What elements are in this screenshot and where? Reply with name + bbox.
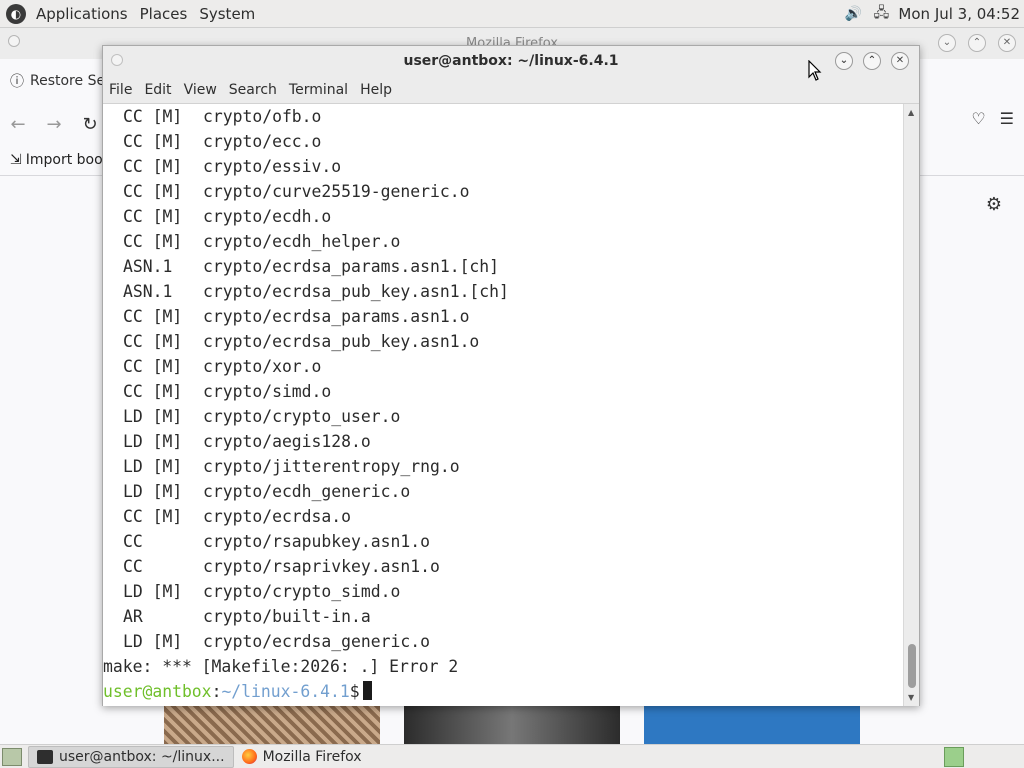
forward-icon[interactable]: →: [36, 109, 72, 139]
gear-icon[interactable]: ⚙: [986, 194, 1002, 215]
workspace-switcher[interactable]: [944, 746, 964, 767]
prompt-separator: :: [211, 682, 222, 701]
menu-places[interactable]: Places: [134, 5, 194, 23]
terminal-title: user@antbox: ~/linux-6.4.1: [403, 53, 619, 69]
menu-system[interactable]: System: [193, 5, 261, 23]
output-line: CC [M] crypto/essiv.o: [123, 157, 342, 176]
output-line: LD [M] crypto/ecrdsa_generic.o: [123, 632, 430, 651]
output-line: CC crypto/rsapubkey.asn1.o: [123, 532, 430, 551]
terminal-icon: [37, 749, 53, 764]
minimize-icon[interactable]: ⌄: [835, 52, 853, 70]
error-line: make: *** [Makefile:2026: .] Error 2: [103, 657, 459, 676]
menu-file[interactable]: File: [103, 82, 138, 98]
output-line: ASN.1 crypto/ecrdsa_pub_key.asn1.[ch]: [123, 282, 509, 301]
firefox-close-icon[interactable]: ✕: [998, 34, 1016, 52]
terminal-menubar: File Edit View Search Terminal Help: [103, 76, 919, 104]
output-line: CC [M] crypto/curve25519-generic.o: [123, 182, 470, 201]
text-cursor: [362, 681, 372, 700]
hamburger-menu-icon[interactable]: ☰: [1000, 109, 1014, 128]
output-line: LD [M] crypto/crypto_simd.o: [123, 582, 401, 601]
firefox-maximize-icon[interactable]: ⌃: [968, 34, 986, 52]
pocket-icon[interactable]: ♡: [971, 109, 985, 128]
menu-view[interactable]: View: [178, 82, 223, 98]
volume-icon[interactable]: 🔊: [842, 5, 864, 23]
mouse-pointer-icon: [808, 60, 822, 81]
restore-session-label: Restore Se: [30, 73, 106, 89]
prompt-path: ~/linux-6.4.1: [221, 682, 350, 701]
menu-terminal[interactable]: Terminal: [283, 82, 354, 98]
output-line: LD [M] crypto/crypto_user.o: [123, 407, 401, 426]
terminal-scrollbar[interactable]: ▲ ▼: [903, 104, 919, 706]
output-line: LD [M] crypto/aegis128.o: [123, 432, 371, 451]
import-icon: ⇲: [10, 152, 22, 168]
output-line: CC [M] crypto/simd.o: [123, 382, 332, 401]
output-line: CC [M] crypto/ecrdsa.o: [123, 507, 352, 526]
output-line: LD [M] crypto/ecdh_generic.o: [123, 482, 411, 501]
output-line: AR crypto/built-in.a: [123, 607, 371, 626]
taskbar-item-label: user@antbox: ~/linux...: [59, 748, 225, 765]
output-line: ASN.1 crypto/ecrdsa_params.asn1.[ch]: [123, 257, 500, 276]
show-desktop-icon[interactable]: [2, 747, 22, 766]
menu-help[interactable]: Help: [354, 82, 398, 98]
output-line: CC [M] crypto/ecdh_helper.o: [123, 232, 401, 251]
menu-search[interactable]: Search: [223, 82, 283, 98]
output-line: CC [M] crypto/ecrdsa_pub_key.asn1.o: [123, 332, 480, 351]
output-line: CC [M] crypto/ecrdsa_params.asn1.o: [123, 307, 470, 326]
output-line: CC [M] crypto/ecdh.o: [123, 207, 332, 226]
terminal-window: user@antbox: ~/linux-6.4.1 ⌄ ⌃ ✕ File Ed…: [102, 45, 920, 706]
thumbnail-image[interactable]: [404, 705, 620, 745]
distro-logo-icon[interactable]: ◐: [6, 3, 26, 24]
menu-edit[interactable]: Edit: [138, 82, 177, 98]
import-bookmarks-button[interactable]: ⇲ Import boo: [10, 149, 103, 171]
prompt-user: user@antbox: [103, 682, 212, 701]
thumbnail-image[interactable]: [164, 705, 380, 745]
taskbar-item-terminal[interactable]: user@antbox: ~/linux...: [28, 745, 234, 768]
taskbar-item-firefox[interactable]: Mozilla Firefox: [234, 746, 370, 768]
output-line: LD [M] crypto/jitterentropy_rng.o: [123, 457, 460, 476]
restore-icon: ⓘ: [10, 74, 24, 90]
terminal-titlebar[interactable]: user@antbox: ~/linux-6.4.1 ⌄ ⌃ ✕: [103, 46, 919, 76]
firefox-minimize-icon[interactable]: ⌄: [938, 34, 956, 52]
output-line: CC crypto/rsaprivkey.asn1.o: [123, 557, 440, 576]
prompt-symbol: $: [349, 682, 360, 701]
scroll-down-icon[interactable]: ▼: [908, 693, 914, 702]
window-menu-icon[interactable]: [111, 54, 123, 66]
clock[interactable]: Mon Jul 3, 04:52: [898, 5, 1020, 23]
firefox-menu-dot-icon[interactable]: [8, 35, 20, 47]
output-line: CC [M] crypto/ecc.o: [123, 132, 322, 151]
restore-session-button[interactable]: ⓘ Restore Se: [0, 65, 105, 97]
terminal-output[interactable]: CC [M] crypto/ofb.o CC [M] crypto/ecc.o CC…: [103, 104, 905, 706]
back-icon[interactable]: ←: [0, 109, 36, 139]
scroll-up-icon[interactable]: ▲: [908, 108, 914, 117]
import-bookmarks-label: Import boo: [25, 152, 103, 168]
taskbar-item-label: Mozilla Firefox: [262, 748, 362, 765]
output-line: CC [M] crypto/xor.o: [123, 357, 322, 376]
taskbar: user@antbox: ~/linux... Mozilla Firefox: [0, 744, 1024, 768]
maximize-icon[interactable]: ⌃: [863, 52, 881, 70]
prompt-line[interactable]: user@antbox:~/linux-6.4.1$: [103, 679, 905, 704]
network-icon[interactable]: 🖧: [870, 5, 892, 23]
top-panel: ◐ Applications Places System 🔊 🖧 Mon Jul…: [0, 0, 1024, 28]
close-icon[interactable]: ✕: [891, 52, 909, 70]
scrollbar-thumb[interactable]: [908, 644, 916, 688]
firefox-icon: [241, 749, 257, 764]
firefox-nav-right: ♡ ☰: [971, 109, 1014, 128]
output-line: CC [M] crypto/ofb.o: [123, 107, 322, 126]
thumbnail-image[interactable]: [644, 705, 860, 745]
menu-applications[interactable]: Applications: [30, 5, 134, 23]
